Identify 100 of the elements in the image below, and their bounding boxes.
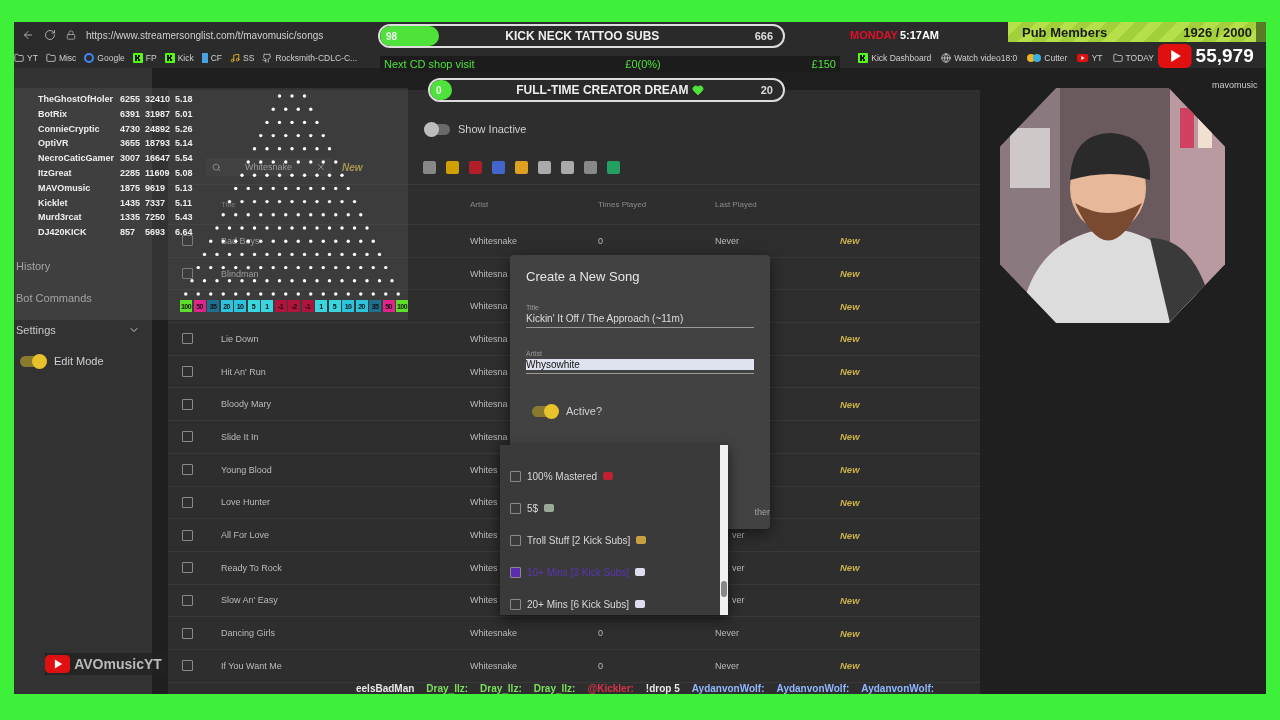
leaderboard-name: NecroCaticGamer [38,153,116,164]
row-checkbox[interactable] [182,268,193,280]
song-title: Blindman [221,268,259,279]
youtube-icon [45,655,71,673]
bookmark[interactable]: Rocksmith-CDLC-C... [262,53,358,63]
row-checkbox[interactable] [182,496,193,508]
url-field[interactable]: https://www.streamersonglist.com/t/mavomusic/songs [86,29,324,41]
bookmark[interactable]: Watch video18:0 [941,53,1018,63]
leaderboard-value: 5.01 [175,108,194,119]
emote-icon[interactable] [491,160,505,174]
bookmark[interactable]: Misc [45,53,77,63]
column-header[interactable]: Artist [470,200,598,209]
back-icon[interactable] [22,29,34,41]
bookmark[interactable]: Google [84,53,125,63]
toggle-switch[interactable] [20,355,46,367]
filter-chip[interactable]: Whitesnake [206,158,333,176]
bookmark[interactable]: Kick Dashboard [858,53,932,63]
emote-icon[interactable] [514,160,528,174]
artist-cell: Whites [470,464,498,475]
new-label: New [840,529,861,541]
sidebar-item[interactable]: Bot Commands [14,282,152,314]
leaderboard-value: 5.54 [175,153,194,164]
leaderboard-name: ItzGreat [38,168,73,178]
leaderboard-value: 2285 [120,168,142,178]
new-label: New [840,333,861,345]
emote-icon [544,504,555,512]
leaderboard-value: 7337 [145,197,167,208]
emote-icon [603,472,614,480]
toggle-switch[interactable] [532,405,558,417]
row-checkbox[interactable] [182,366,193,378]
bookmark[interactable]: YT [14,53,38,63]
bookmark[interactable]: YT [1077,53,1103,63]
bookmark[interactable]: CF [201,53,223,63]
row-checkbox[interactable] [182,627,193,639]
leaderboard-name: Kicklet [38,197,69,208]
time-label: 5:17AM [899,29,939,41]
row-checkbox[interactable] [182,529,193,541]
sidebar-item[interactable]: Settings [14,314,152,346]
new-label: New [840,268,861,280]
dropdown-option[interactable]: Troll Stuff [2 Kick Subs] [500,524,720,556]
artist-cell: Whites [470,530,498,541]
row-checkbox[interactable] [182,431,193,443]
leaderboard-value: 5.13 [175,182,194,193]
row-checkbox[interactable] [182,562,193,574]
chat-message: eelsBadMan [356,683,415,694]
new-filter[interactable]: New [342,161,363,173]
last-played-cell-text: ver [731,562,745,573]
emote-icon[interactable] [445,160,459,174]
channel-name: AVOmusicYT [74,656,162,672]
leaderboard-value: 5.26 [175,123,194,134]
row-checkbox[interactable] [182,660,193,672]
artist-cell: Whitesnake [470,235,518,246]
new-label: New [840,398,861,410]
song-title: Bloody Mary [221,399,272,410]
row-checkbox[interactable] [182,464,193,476]
emote-icon[interactable] [422,160,436,174]
folder-icon [1112,53,1123,63]
dropdown-option[interactable]: 5$ [500,492,720,524]
bookmark[interactable]: TODAY [1112,53,1154,63]
artist-cell: Whitesnake [470,660,518,671]
leaderboard-value: 5.08 [175,168,194,178]
last-played-cell: Never [715,628,739,639]
globe-icon [941,53,952,63]
row-checkbox[interactable] [182,594,193,606]
song-title: Lie Down [221,333,259,344]
emote-icon[interactable] [537,160,551,174]
column-header[interactable]: Last Played [715,200,840,209]
emote-icon[interactable] [560,160,574,174]
new-label: New [840,496,861,508]
leaderboard-value: 4730 [120,123,142,134]
song-title: Love Hunter [221,497,271,508]
leaderboard-value: 9619 [145,182,167,193]
song-title: Dancing Girls [221,628,276,639]
scrollbar[interactable] [720,445,728,615]
dropdown-option[interactable]: 100% Mastered [500,460,720,492]
toggle-switch[interactable] [424,123,450,135]
row-checkbox[interactable] [182,333,193,345]
new-label: New [840,594,861,606]
bookmark[interactable]: Kick [164,53,194,63]
row-checkbox[interactable] [182,235,193,247]
new-label: New [840,300,861,312]
column-header[interactable]: Times Played [598,200,715,209]
artist-cell: Whitesna [470,333,508,344]
day-label: MONDAY [850,29,898,41]
leaderboard-value: 6255 [120,94,142,104]
bookmark[interactable]: Cutter [1027,53,1068,63]
close-icon[interactable] [316,162,327,172]
leaderboard-value: 6.64 [175,227,194,238]
bookmark[interactable]: SS [230,53,255,63]
reload-icon[interactable] [44,29,56,41]
row-checkbox[interactable] [182,398,193,410]
leaderboard-value: 32410 [145,94,172,104]
emote-icon[interactable] [583,160,597,174]
leaderboard-value: 1875 [120,182,142,193]
sidebar-item[interactable]: History [14,250,152,282]
bookmark[interactable]: FP [132,53,157,63]
leaderboard-value: 5.43 [175,212,194,223]
song-title: Slow An' Easy [221,595,278,606]
dropdown-option[interactable]: 20+ Mins [6 Kick Subs] [500,588,720,615]
emote-icon[interactable] [606,160,620,174]
